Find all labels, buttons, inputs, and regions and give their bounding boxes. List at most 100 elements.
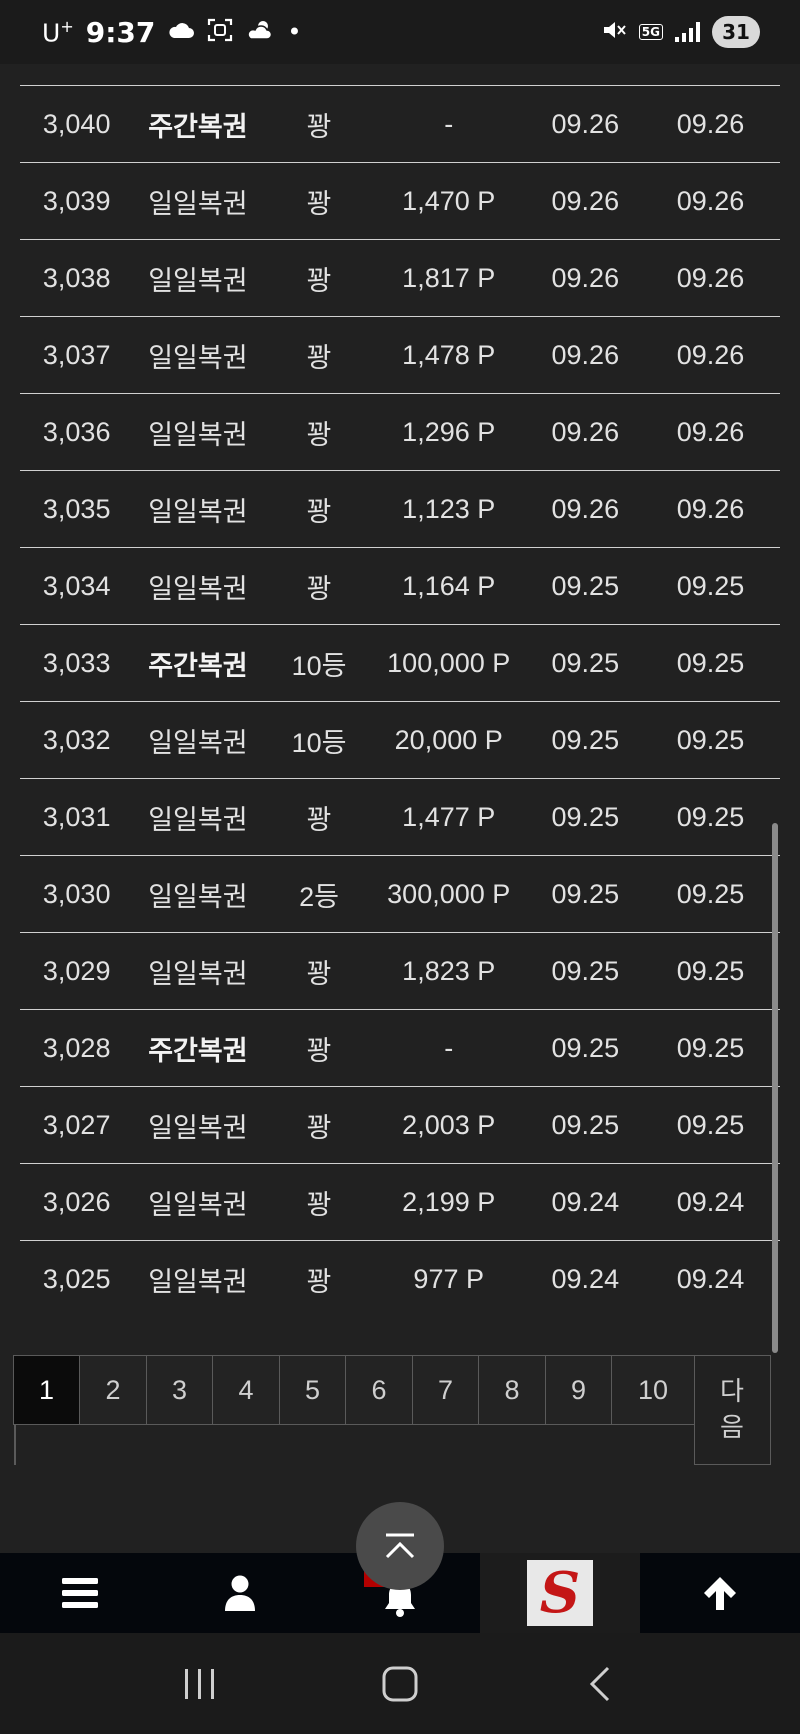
prize-amount: 1,164 P: [402, 570, 496, 601]
network-type-badge: 5G: [638, 24, 663, 40]
lottery-type: 일일복권: [148, 496, 248, 527]
lottery-type: 일일복권: [148, 1189, 248, 1220]
result-rank: 꽝: [306, 496, 332, 527]
table-row[interactable]: 3,025 일일복권 꽝 977 P 09.24 09.24: [20, 1241, 780, 1318]
prize-amount: 977 P: [413, 1264, 484, 1294]
result-rank: 꽝: [306, 419, 332, 450]
lottery-type: 일일복권: [148, 727, 248, 758]
page-button-6[interactable]: 6: [345, 1355, 413, 1425]
table-row[interactable]: 3,031 일일복권 꽝 1,477 P 09.25 09.25: [20, 779, 780, 856]
entry-number: 3,029: [42, 955, 111, 986]
table-row[interactable]: 3,037 일일복권 꽝 1,478 P 09.26 09.26: [20, 317, 780, 394]
page-button-10[interactable]: 10: [611, 1355, 695, 1425]
next-page-button[interactable]: 다음: [693, 1355, 771, 1465]
prize-amount: 20,000 P: [394, 724, 503, 755]
lottery-type: 일일복권: [148, 1112, 248, 1143]
purchase-date: 09.25: [551, 801, 620, 832]
draw-date: 09.25: [676, 1109, 745, 1140]
table-row[interactable]: 3,030 일일복권 2등 300,000 P 09.25 09.25: [20, 856, 780, 933]
table-row[interactable]: 3,039 일일복권 꽝 1,470 P 09.26 09.26: [20, 163, 780, 240]
page-button-5[interactable]: 5: [278, 1355, 347, 1425]
page-button-8[interactable]: 8: [478, 1355, 546, 1425]
draw-date: 09.25: [676, 1032, 745, 1063]
menu-icon: [62, 1578, 98, 1608]
purchase-date: 09.25: [551, 878, 620, 909]
table-row[interactable]: 3,040 주간복권 꽝 - 09.26 09.26: [20, 86, 780, 163]
draw-date: 09.24: [676, 1264, 745, 1294]
user-button[interactable]: [160, 1553, 320, 1633]
table-top-divider: [20, 64, 780, 86]
back-button[interactable]: [560, 1654, 640, 1714]
recent-apps-button[interactable]: [160, 1654, 240, 1714]
page-button-7[interactable]: 7: [411, 1355, 480, 1425]
status-bar: U+ 9:37 • 5G 31: [0, 0, 800, 64]
purchase-date: 09.26: [551, 339, 620, 370]
purchase-date: 09.25: [551, 955, 620, 986]
table-row[interactable]: 3,033 주간복권 10등 100,000 P 09.25 09.25: [20, 625, 780, 702]
weather-icon: [245, 19, 275, 45]
table-row[interactable]: 3,032 일일복권 10등 20,000 P 09.25 09.25: [20, 702, 780, 779]
lottery-type: 일일복권: [148, 188, 248, 219]
purchase-date: 09.24: [551, 1264, 620, 1294]
lottery-type: 일일복권: [148, 573, 248, 604]
table-row[interactable]: 3,036 일일복권 꽝 1,296 P 09.26 09.26: [20, 394, 780, 471]
entry-number: 3,026: [42, 1186, 111, 1217]
entry-number: 3,027: [42, 1109, 111, 1140]
home-icon: [382, 1666, 418, 1701]
scrollbar-thumb[interactable]: [772, 823, 778, 1353]
prize-amount: 1,470 P: [402, 185, 496, 216]
recent-apps-icon: [185, 1668, 214, 1699]
entry-number: 3,038: [42, 262, 111, 293]
draw-date: 09.25: [676, 955, 745, 986]
home-button[interactable]: [360, 1654, 440, 1714]
prize-amount: 100,000 P: [387, 647, 511, 678]
prize-amount: 1,123 P: [402, 493, 496, 524]
table-row[interactable]: 3,029 일일복권 꽝 1,823 P 09.25 09.25: [20, 933, 780, 1010]
result-rank: 꽝: [306, 265, 332, 296]
lottery-type: 일일복권: [148, 265, 248, 296]
entry-number: 3,031: [42, 801, 111, 832]
result-rank: 꽝: [306, 804, 332, 835]
scroll-up-button[interactable]: [640, 1553, 800, 1633]
page-button-2[interactable]: 2: [79, 1355, 147, 1425]
prize-amount: 2,003 P: [402, 1109, 496, 1140]
draw-date: 09.25: [676, 724, 745, 755]
prize-amount: 1,823 P: [402, 955, 496, 986]
entry-number: 3,039: [42, 185, 111, 216]
page-button-9[interactable]: 9: [544, 1355, 613, 1425]
purchase-date: 09.25: [551, 1032, 620, 1063]
signal-icon: [675, 22, 700, 42]
entry-number: 3,037: [42, 339, 111, 370]
entry-number: 3,028: [42, 1032, 111, 1063]
lottery-history-table: 3,040 주간복권 꽝 -09.26 09.26 3,039 일일복권 꽝 1,470 P 09…: [20, 64, 780, 1318]
notification-dot: •: [287, 18, 302, 46]
draw-date: 09.25: [676, 878, 745, 909]
page-button-1[interactable]: 1: [12, 1355, 81, 1425]
site-logo-button[interactable]: S: [480, 1553, 640, 1633]
status-time: 9:37: [85, 15, 156, 49]
site-logo: S: [527, 1560, 593, 1626]
table-row[interactable]: 3,026 일일복권 꽝 2,199 P 09.24 09.24: [20, 1164, 780, 1241]
pagination: 1 2 3 4 5 6 7 8 9 10 다음: [12, 1355, 784, 1465]
table-row[interactable]: 3,027 일일복권 꽝 2,003 P 09.25 09.25: [20, 1087, 780, 1164]
table-row[interactable]: 3,038 일일복권 꽝 1,817 P 09.26 09.26: [20, 240, 780, 317]
result-rank: 2등: [299, 881, 339, 912]
result-rank: 10등: [291, 650, 347, 681]
entry-number: 3,030: [42, 878, 111, 909]
table-row[interactable]: 3,028 주간복권 꽝 - 09.25 09.25: [20, 1010, 780, 1087]
scroll-to-top-button[interactable]: [356, 1502, 444, 1590]
table-row[interactable]: 3,035 일일복권 꽝 1,123 P 09.26 09.26: [20, 471, 780, 548]
prize-amount: 300,000 P: [387, 878, 511, 909]
table-row[interactable]: 3,034 일일복권 꽝 1,164 P 09.25 09.25: [20, 548, 780, 625]
page-button-3[interactable]: 3: [145, 1355, 214, 1425]
result-rank: 10등: [291, 727, 347, 758]
prize-amount: 1,477 P: [402, 801, 496, 832]
prize-amount: 1,296 P: [402, 416, 496, 447]
prize-amount: 1,817 P: [402, 262, 496, 293]
purchase-date: 09.24: [551, 1186, 620, 1217]
lottery-type: 일일복권: [148, 342, 248, 373]
draw-date: 09.24: [676, 1186, 745, 1217]
menu-button[interactable]: [0, 1553, 160, 1633]
result-rank: 꽝: [306, 1112, 332, 1143]
page-button-4[interactable]: 4: [212, 1355, 280, 1425]
